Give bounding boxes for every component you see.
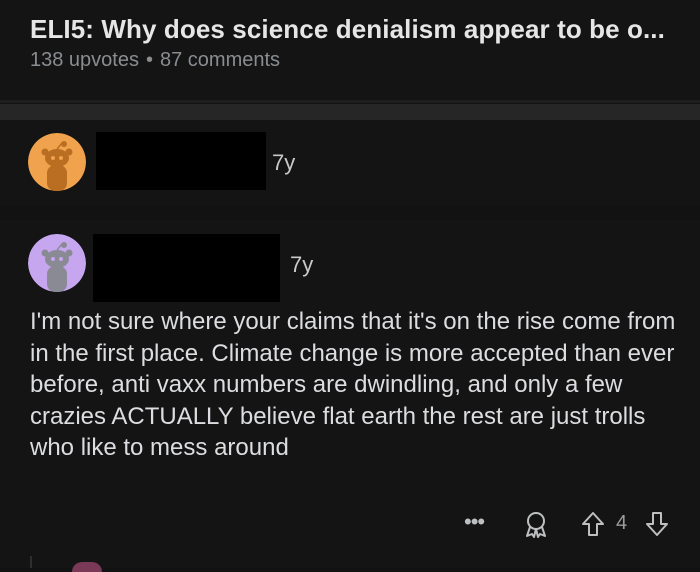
downvote-arrow-icon[interactable] <box>644 510 670 538</box>
award-icon[interactable] <box>522 510 550 538</box>
section-divider <box>0 104 700 120</box>
thread-line <box>30 556 32 568</box>
meta-separator: • <box>145 49 153 71</box>
post-meta: 138 upvotes • 87 comments <box>30 49 280 72</box>
upvote-arrow-icon[interactable] <box>580 510 606 538</box>
next-comment-avatar <box>72 562 102 572</box>
comment-score: 4 <box>616 512 628 534</box>
redacted-username <box>93 234 280 302</box>
snoo-avatar-icon[interactable] <box>28 133 86 191</box>
post-title[interactable]: ELI5: Why does science denialism appear … <box>30 14 665 45</box>
snoo-avatar-icon[interactable] <box>28 234 86 292</box>
upvote-count: 138 upvotes <box>30 49 139 71</box>
header-divider <box>0 100 700 103</box>
comment-age: 7y <box>290 252 314 277</box>
more-options-button[interactable]: ••• <box>464 509 485 535</box>
post-header: ELI5: Why does science denialism appear … <box>0 0 700 100</box>
comment-age: 7y <box>272 150 296 175</box>
redacted-username <box>96 132 266 190</box>
comment-body: I'm not sure where your claims that it's… <box>30 308 676 461</box>
comment-count[interactable]: 87 comments <box>160 49 280 71</box>
